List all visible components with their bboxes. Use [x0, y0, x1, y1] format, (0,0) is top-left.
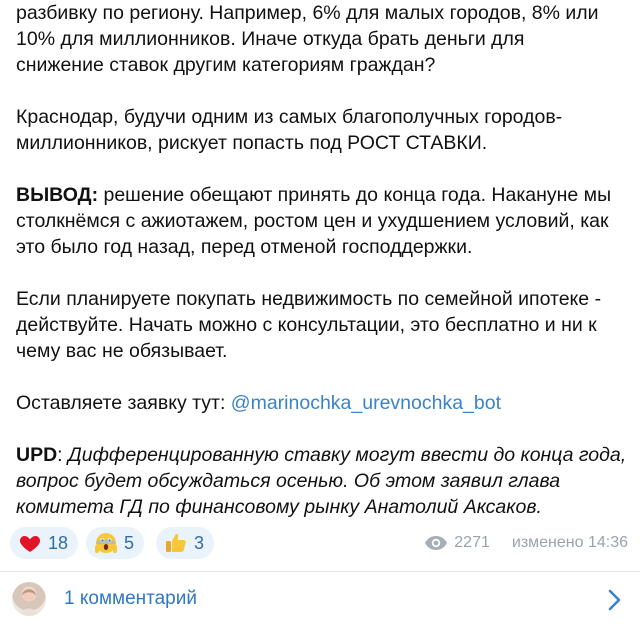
text-line: вопрос будет обсуждаться осенью. Об этом… [16, 470, 561, 492]
post-meta: 2271 изменено 14:36 [424, 534, 628, 552]
text-line: UPD: Дифференцированную ставку могут вве… [16, 442, 626, 468]
post-text: разбивку по региону. Например, 6% для ма… [16, 0, 626, 546]
text-line: Оставляете заявку тут: @marinochka_urevn… [16, 390, 626, 416]
channel-post: разбивку по региону. Например, 6% для ма… [0, 0, 640, 628]
reaction-count: 18 [48, 532, 69, 553]
upd-label: UPD [16, 444, 58, 466]
text-line: комитета ГД по финансовому рынку Анатоли… [16, 496, 542, 518]
views-count: 2271 [454, 534, 490, 551]
paragraph-3: ВЫВОД: решение обещают принять до конца … [16, 182, 626, 260]
reaction-count: 5 [124, 532, 135, 553]
avatar-portrait [20, 589, 38, 616]
conclusion-text: решение обещают принять до конца года. Н… [98, 184, 612, 206]
text-line: снижение ставок другим категориям гражда… [16, 54, 436, 76]
upd-colon: : [57, 444, 69, 466]
paragraph-6: UPD: Дифференцированную ставку могут вве… [16, 442, 626, 520]
reaction-heart[interactable]: 18 [10, 527, 79, 559]
reaction-thumbs-up[interactable]: 3 [156, 527, 215, 559]
comments-count-link[interactable]: 1 комментарий [64, 588, 197, 610]
avatar [12, 582, 46, 616]
text-line: это было год назад, перед отменой господ… [16, 236, 473, 258]
text-line: 10% для миллионников. Иначе откуда брать… [16, 28, 525, 50]
reaction-count: 3 [194, 532, 205, 553]
text-line: столкнёмся с ажиотажем, ростом цен и уху… [16, 210, 609, 232]
paragraph-5: Оставляете заявку тут: @marinochka_urevn… [16, 390, 626, 416]
text-line: миллионников, рискует попасть под РОСТ С… [16, 132, 488, 154]
heart-icon [19, 536, 41, 552]
bot-link[interactable]: @marinochka_urevnochka_bot [231, 392, 501, 414]
thumbs-up-icon [166, 533, 186, 552]
request-label: Оставляете заявку тут: [16, 392, 231, 414]
text-line: Если планируете покупать недвижимость по… [16, 288, 602, 310]
conclusion-label: ВЫВОД: [16, 184, 99, 206]
edited-status: изменено 14:36 [511, 534, 628, 551]
eye-icon [425, 536, 448, 550]
reaction-scream[interactable]: 5 [86, 527, 145, 559]
text-line: Краснодар, будучи одним из самых благопо… [16, 106, 563, 128]
text-line: действуйте. Начать можно с консультации,… [16, 314, 597, 336]
scream-face-icon [95, 533, 117, 553]
chevron-right-icon[interactable] [604, 588, 624, 612]
paragraph-2: Краснодар, будучи одним из самых благопо… [16, 104, 626, 156]
paragraph-4: Если планируете покупать недвижимость по… [16, 286, 626, 364]
comments-row[interactable]: 1 комментарий [0, 576, 640, 628]
text-line: разбивку по региону. Например, 6% для ма… [16, 2, 599, 24]
comments-divider [0, 571, 640, 572]
upd-text: Дифференцированную ставку могут ввести д… [68, 444, 627, 466]
text-line: чему вас не обязывает. [16, 340, 228, 362]
text-line: ВЫВОД: решение обещают принять до конца … [16, 182, 626, 208]
paragraph-1: разбивку по региону. Например, 6% для ма… [16, 0, 626, 78]
post-footer: 18 5 3 2271 изменено 14:36 [0, 520, 640, 570]
